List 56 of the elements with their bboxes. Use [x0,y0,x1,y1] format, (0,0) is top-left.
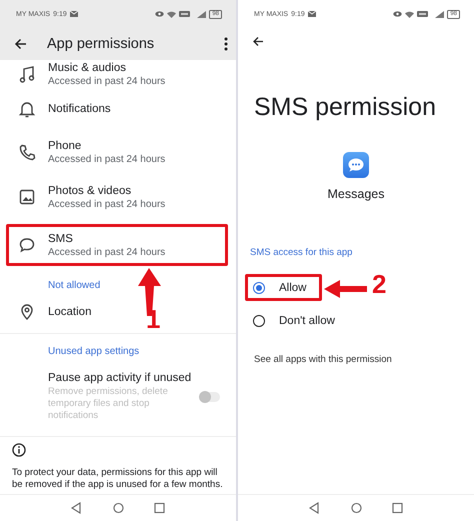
section-header: Not allowed [47,280,102,291]
step-number: 2 [372,271,386,297]
info-icon [12,443,26,457]
messages-app-icon [343,152,369,178]
permission-item[interactable]: Photos & videos Accessed in past 24 hours [6,174,166,220]
back-nav-icon[interactable] [70,502,82,514]
bell-icon [18,100,36,118]
recents-nav-icon[interactable] [392,502,404,514]
permission-item[interactable]: Phone Accessed in past 24 hours [6,130,166,174]
annotation-arrow [324,280,367,298]
permission-name: Phone [48,138,82,152]
chat-bubble-icon [18,236,36,254]
radio-button[interactable] [253,282,265,294]
phone-icon [18,143,36,161]
access-note: Accessed in past 24 hours [48,198,166,210]
recents-nav-icon[interactable] [154,502,166,514]
mail-icon [70,11,78,17]
permission-item[interactable]: Location [6,297,92,327]
permission-name: Music & audios [48,60,127,74]
permission-name: SMS [48,232,74,246]
back-arrow-icon[interactable] [252,36,264,47]
page-title: SMS permission [254,93,437,122]
permission-item[interactable]: Music & audios Accessed in past 24 hours [6,60,166,88]
home-nav-icon[interactable] [112,502,124,514]
wifi-icon [405,10,414,18]
setting-description: Remove permissions, delete temporary files and stop notifications [48,386,169,422]
more-options-icon[interactable] [224,37,228,51]
app-name: Messages [328,187,384,201]
home-nav-icon[interactable] [350,502,362,514]
network-badge-icon [417,11,428,17]
section-header: SMS access for this app [250,247,354,258]
permission-name: Photos & videos [48,184,132,198]
access-note: Accessed in past 24 hours [48,246,166,258]
wifi-icon [167,10,176,18]
option-label: Allow [279,282,306,294]
eye-icon [393,11,402,17]
setting-title: Pause app activity if unused [48,371,192,385]
eye-icon [155,11,164,17]
section-header: Unused app settings [47,346,140,357]
access-note: Accessed in past 24 hours [48,74,166,88]
see-all-link[interactable]: See all apps with this permission [254,354,474,365]
permission-name: Notifications [48,102,111,116]
radio-button[interactable] [253,314,265,326]
back-nav-icon[interactable] [308,502,320,514]
back-arrow-icon[interactable] [14,38,27,50]
music-note-icon [18,65,36,83]
option-label: Don't allow [279,314,335,326]
access-note: Accessed in past 24 hours [48,152,166,166]
permission-item[interactable]: Notifications [6,88,111,130]
permission-name: Location [48,305,92,319]
image-icon [18,188,36,206]
info-text: To protect your data, permissions for this app will be removed if the app is unused for a few months. [12,467,224,491]
mail-icon [308,11,316,17]
screen-title: App permissions [47,36,156,52]
network-badge-icon [179,11,190,17]
permission-item[interactable]: SMS Accessed in past 24 hours [6,224,228,266]
